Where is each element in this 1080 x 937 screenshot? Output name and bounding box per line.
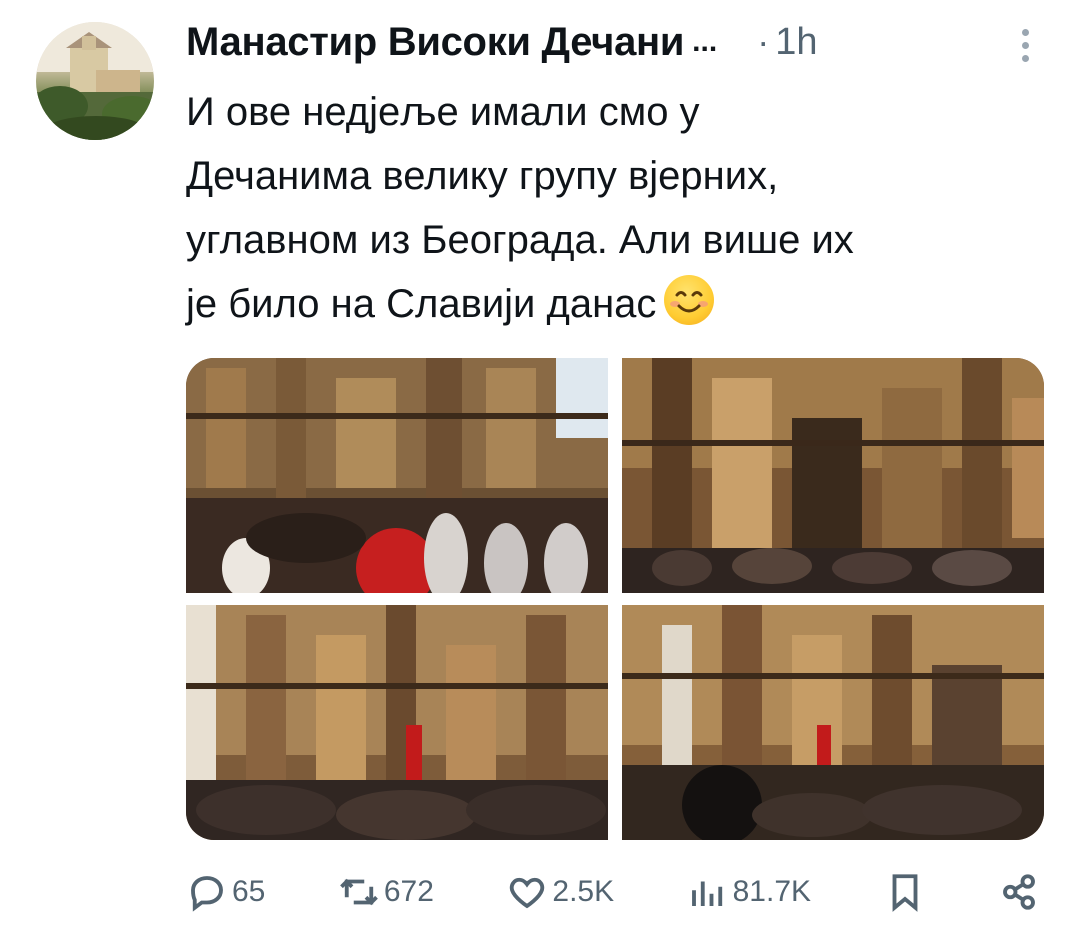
church-interior-congregation-photo[interactable]	[622, 358, 1044, 593]
church-interior-liturgy-photo[interactable]	[186, 358, 608, 593]
share-icon	[1003, 874, 1035, 910]
bookmark-icon	[892, 874, 917, 912]
name-ellipsis: ...	[692, 25, 718, 58]
avatar[interactable]	[36, 22, 154, 140]
timestamp[interactable]: 1h	[775, 21, 817, 64]
separator-dot: ·	[757, 21, 770, 62]
church-interior-crowd-photo[interactable]	[622, 605, 1044, 840]
view-count: 81.7K	[732, 875, 812, 908]
church-interior-nave-photo[interactable]	[186, 605, 608, 840]
smiling-face-icon	[664, 275, 715, 325]
bookmark-button[interactable]	[884, 871, 926, 913]
reply-count: 65	[232, 875, 266, 908]
bar-chart-icon	[691, 881, 722, 906]
speech-bubble-icon	[191, 876, 223, 912]
repost-button[interactable]: 672	[338, 871, 434, 913]
retweet-icon	[339, 878, 378, 906]
author-name[interactable]: Манастир Високи Дечани	[186, 20, 684, 65]
heart-icon	[510, 877, 545, 909]
like-button[interactable]: 2.5K	[506, 871, 614, 913]
share-button[interactable]	[998, 871, 1040, 913]
views-button[interactable]: 81.7K	[687, 871, 811, 913]
tweet-text: И ове недјеље имали смо у Дечанима велик…	[186, 80, 1056, 336]
media-grid	[186, 358, 1044, 840]
tweet-body: И ове недјеље имали смо у Дечанима велик…	[186, 90, 854, 326]
avatar-image	[36, 22, 154, 140]
repost-count: 672	[383, 875, 434, 908]
reply-button[interactable]: 65	[186, 871, 265, 913]
tweet-header: Манастир Високи Дечани ... · 1h	[186, 14, 1040, 70]
more-vertical-icon[interactable]	[1010, 22, 1040, 68]
like-count: 2.5K	[552, 875, 615, 908]
action-bar: 65 672 2.5K 81.7K	[186, 862, 1040, 922]
